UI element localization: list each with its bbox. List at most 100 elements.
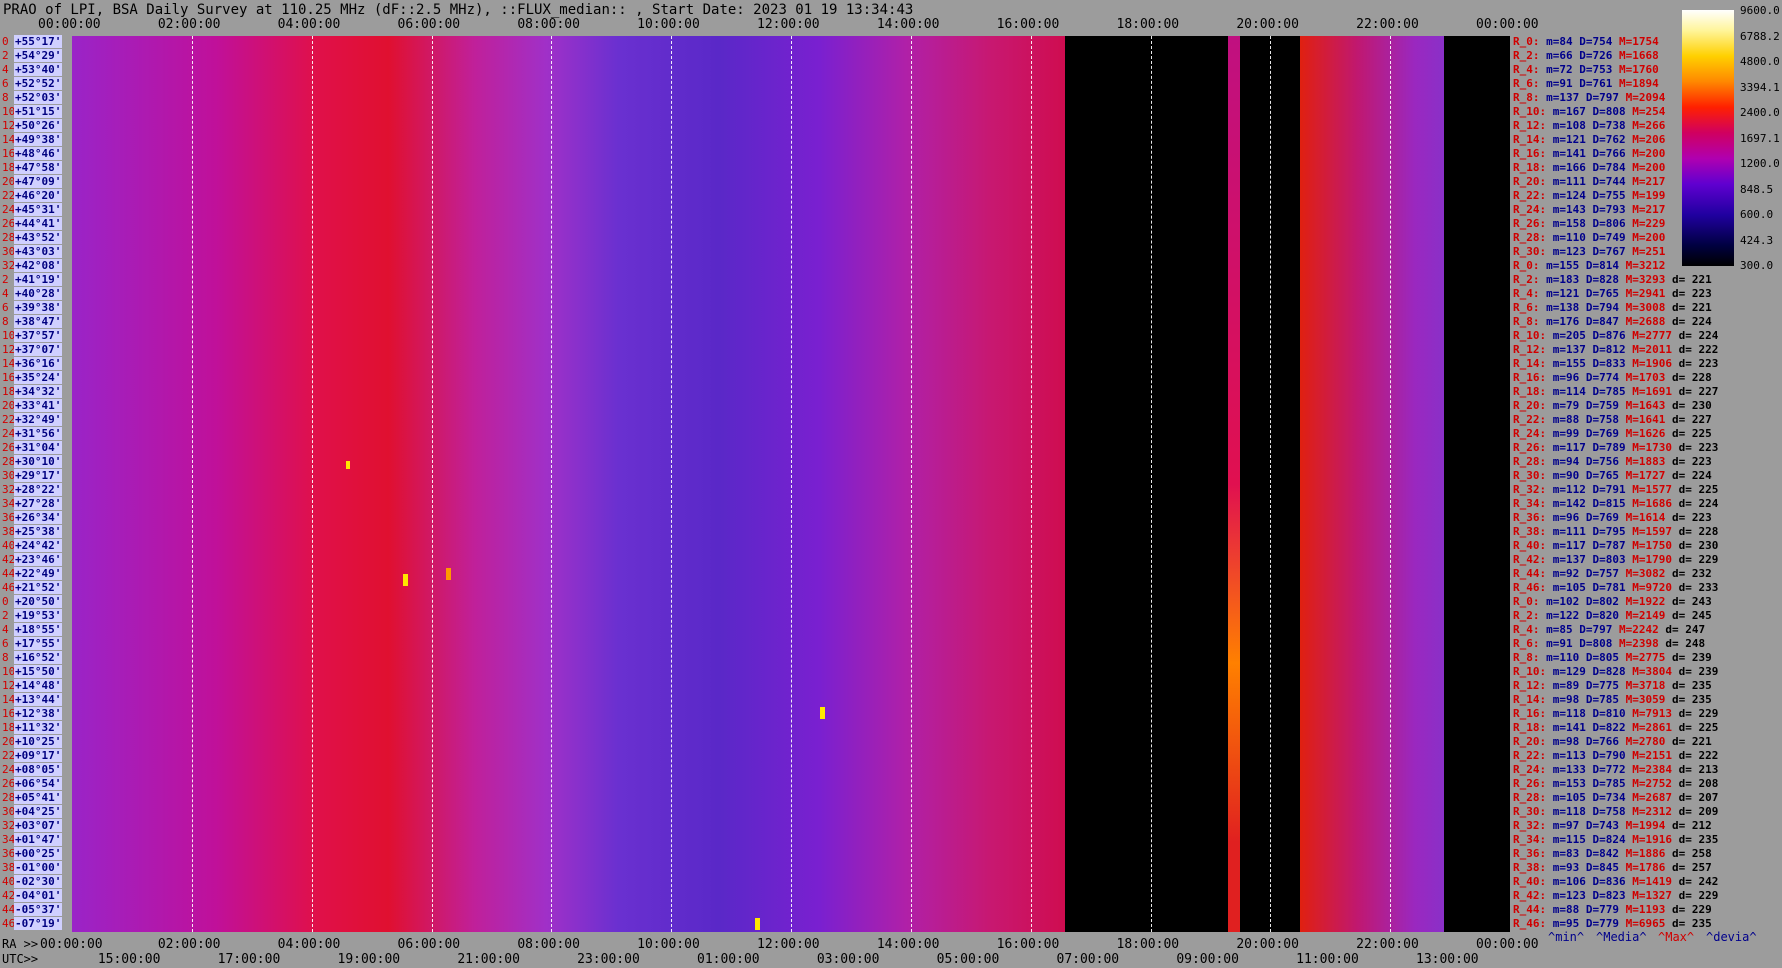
declination-label: 22+32°49' bbox=[2, 413, 63, 426]
grid-line bbox=[671, 36, 673, 932]
row-stat: R_22: m=88 D=758 M=1641 d= 227 bbox=[1513, 413, 1712, 426]
row-stat: R_24: m=99 D=769 M=1626 d= 225 bbox=[1513, 427, 1712, 440]
declination-label: 46+21°52' bbox=[2, 581, 63, 594]
declination-label: 8 +52°03' bbox=[2, 91, 63, 104]
declination-label: 38-01°00' bbox=[2, 861, 63, 874]
declination-label: 4 +18°55' bbox=[2, 623, 63, 636]
ra-tick-label: 18:00:00 bbox=[1116, 937, 1180, 952]
row-stat: R_0: m=84 D=754 M=1754 bbox=[1513, 35, 1659, 48]
ra-label: RA >> bbox=[2, 937, 39, 951]
no-data-band-1 bbox=[1065, 36, 1228, 932]
row-stat: R_14: m=155 D=833 M=1906 d= 223 bbox=[1513, 357, 1719, 370]
declination-label: 12+50°26' bbox=[2, 119, 63, 132]
declination-label: 36+00°25' bbox=[2, 847, 63, 860]
declination-label: 2 +19°53' bbox=[2, 609, 63, 622]
grid-line bbox=[551, 36, 553, 932]
declination-label: 28+43°52' bbox=[2, 231, 63, 244]
declination-label: 2 +41°19' bbox=[2, 273, 63, 286]
utc-tick-label: 07:00:00 bbox=[1056, 952, 1120, 967]
row-stat: R_8: m=137 D=797 M=2094 bbox=[1513, 91, 1666, 104]
row-stat: R_30: m=123 D=767 M=251 bbox=[1513, 245, 1666, 258]
row-stat: R_34: m=142 D=815 M=1686 d= 224 bbox=[1513, 497, 1719, 510]
declination-label: 26+06°54' bbox=[2, 777, 63, 790]
grid-line bbox=[431, 36, 433, 932]
ra-tick-label: 10:00:00 bbox=[637, 937, 700, 952]
grid-line bbox=[311, 36, 313, 932]
declination-label: 44+22°49' bbox=[2, 567, 63, 580]
row-stat: R_26: m=153 D=785 M=2752 d= 208 bbox=[1513, 777, 1719, 790]
declination-label: 32+28°22' bbox=[2, 483, 63, 496]
utc-tick-label: 05:00:00 bbox=[936, 952, 1000, 967]
top-tick-label: 20:00:00 bbox=[1236, 17, 1299, 32]
top-tick-label: 22:00:00 bbox=[1356, 17, 1419, 32]
row-stat: R_40: m=106 D=836 M=1419 d= 242 bbox=[1513, 875, 1719, 888]
colorbar-tick: 1200.0 bbox=[1740, 157, 1780, 170]
source-spot bbox=[820, 707, 825, 719]
utc-tick-label: 01:00:00 bbox=[697, 952, 760, 967]
row-stat: R_30: m=118 D=758 M=2312 d= 209 bbox=[1513, 805, 1719, 818]
ra-tick-label: 12:00:00 bbox=[757, 937, 820, 952]
colorbar-tick: 3394.1 bbox=[1740, 80, 1780, 94]
top-tick-label: 14:00:00 bbox=[876, 17, 940, 32]
row-stat: R_26: m=158 D=806 M=229 bbox=[1513, 217, 1666, 230]
declination-label: 6 +39°38' bbox=[2, 301, 63, 314]
emission-column bbox=[1228, 36, 1240, 932]
declination-label: 34+01°47' bbox=[2, 833, 63, 846]
ra-tick-label: 06:00:00 bbox=[397, 937, 461, 952]
declination-label: 32+42°08' bbox=[2, 259, 63, 272]
declination-label: 22+09°17' bbox=[2, 749, 63, 762]
utc-tick-label: 03:00:00 bbox=[816, 952, 880, 967]
declination-label: 36+26°34' bbox=[2, 511, 63, 524]
row-stat: R_36: m=83 D=842 M=1886 d= 258 bbox=[1513, 847, 1712, 860]
row-stat: R_18: m=166 D=784 M=200 bbox=[1513, 161, 1666, 174]
top-tick-label: 12:00:00 bbox=[757, 17, 820, 32]
row-stat: R_12: m=108 D=738 M=266 bbox=[1513, 119, 1666, 132]
row-stat: R_10: m=129 D=828 M=3804 d= 239 bbox=[1513, 665, 1719, 678]
row-stat: R_18: m=141 D=822 M=2861 d= 225 bbox=[1513, 721, 1719, 734]
grid-line bbox=[1030, 36, 1032, 932]
grid-line bbox=[791, 36, 792, 932]
row-stat: R_14: m=121 D=762 M=206 bbox=[1513, 133, 1666, 146]
row-stat: R_34: m=115 D=824 M=1916 d= 235 bbox=[1513, 833, 1719, 846]
row-stat: R_24: m=143 D=793 M=217 bbox=[1513, 203, 1666, 216]
row-stat: R_20: m=79 D=759 M=1643 d= 230 bbox=[1513, 399, 1712, 412]
declination-label: 24+45°31' bbox=[2, 203, 63, 216]
grid-line bbox=[1270, 36, 1272, 932]
declination-label: 2 +54°29' bbox=[2, 49, 63, 62]
utc-tick-label: 11:00:00 bbox=[1296, 952, 1359, 967]
ra-tick-label: 04:00:00 bbox=[277, 937, 341, 952]
top-tick-label: 00:00:00 bbox=[38, 17, 101, 32]
declination-label: 20+10°25' bbox=[2, 735, 63, 748]
colorbar-tick: 424.3 bbox=[1740, 233, 1774, 247]
declination-label: 22+46°20' bbox=[2, 189, 63, 202]
declination-label: 4 +40°28' bbox=[2, 287, 63, 300]
declination-label: 40-02°30' bbox=[2, 875, 63, 888]
footer-max: ^Max^ bbox=[1658, 930, 1695, 944]
top-tick-label: 08:00:00 bbox=[517, 17, 580, 32]
declination-label: 18+11°32' bbox=[2, 721, 63, 734]
row-stat: R_16: m=141 D=766 M=200 bbox=[1513, 147, 1666, 160]
row-stat: R_6: m=91 D=761 M=1894 bbox=[1513, 77, 1659, 90]
row-stat: R_26: m=117 D=789 M=1730 d= 223 bbox=[1513, 441, 1719, 454]
colorbar-tick: 1697.1 bbox=[1740, 131, 1780, 145]
declination-label: 24+08°05' bbox=[2, 763, 63, 776]
row-stat: R_6: m=138 D=794 M=3008 d= 221 bbox=[1513, 301, 1712, 314]
grid-line bbox=[1150, 36, 1152, 932]
row-stat: R_12: m=89 D=775 M=3718 d= 235 bbox=[1513, 679, 1712, 692]
declination-label: 16+35°24' bbox=[2, 371, 63, 384]
declination-label: 8 +16°52' bbox=[2, 651, 63, 664]
grid-line bbox=[191, 36, 193, 932]
footer-devia: ^devia^ bbox=[1706, 930, 1757, 944]
declination-label: 0 +20°50' bbox=[2, 595, 63, 608]
row-stat: R_40: m=117 D=787 M=1750 d= 230 bbox=[1513, 539, 1719, 552]
row-stat: R_38: m=111 D=795 M=1597 d= 228 bbox=[1513, 525, 1719, 538]
colorbar-tick: 4800.0 bbox=[1740, 55, 1780, 68]
row-stat: R_42: m=137 D=803 M=1790 d= 229 bbox=[1513, 553, 1719, 566]
declination-label: 12+37°07' bbox=[2, 343, 63, 356]
row-stat: R_4: m=72 D=753 M=1760 bbox=[1513, 63, 1659, 76]
utc-tick-label: 13:00:00 bbox=[1416, 952, 1479, 967]
declination-label: 20+47°09' bbox=[2, 175, 63, 188]
declination-label: 24+31°56' bbox=[2, 427, 63, 440]
emission-region bbox=[1300, 36, 1444, 932]
declination-label: 30+43°03' bbox=[2, 245, 63, 258]
